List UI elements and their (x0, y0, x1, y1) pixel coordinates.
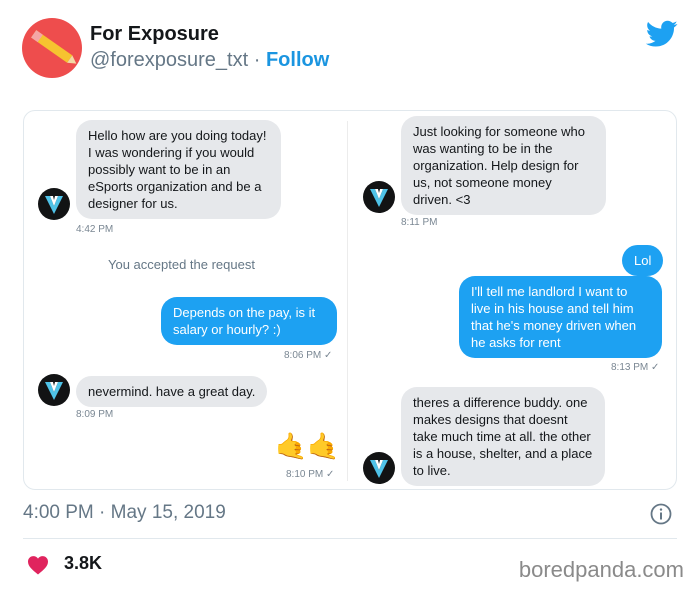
tweet-timestamp[interactable]: 4:00 PM · May 15, 2019 (23, 502, 226, 524)
v-logo-icon (45, 382, 63, 400)
message-bubble-incoming: nevermind. have a great day. (76, 376, 268, 407)
twitter-bird-icon[interactable] (646, 20, 678, 48)
message-bubble-outgoing: Lol (622, 245, 664, 276)
display-name[interactable]: For Exposure (90, 23, 219, 46)
watermark: boredpanda.com (518, 557, 684, 582)
message-bubble-incoming: Just looking for someone who was wanting… (401, 116, 606, 215)
message-time: 8:10 PM ✓ (286, 469, 335, 480)
dm-screenshot: Hello how are you doing today! I was won… (23, 110, 677, 490)
message-bubble-incoming: Hello how are you doing today! I was won… (76, 120, 281, 219)
column-divider (347, 121, 348, 481)
message-time: 8:09 PM (76, 409, 114, 420)
message-bubble-incoming: theres a difference buddy. one makes des… (401, 387, 605, 486)
profile-avatar[interactable] (22, 18, 82, 78)
message-time: 8:13 PM ✓ (611, 362, 660, 373)
message-time: 8:06 PM ✓ (284, 350, 333, 361)
separator: · (253, 49, 261, 71)
system-message: You accepted the request (108, 257, 255, 272)
like-count[interactable]: 3.8K (64, 553, 102, 574)
v-logo-icon (45, 196, 63, 214)
call-me-hand-emoji: 🤙🤙 (275, 431, 340, 461)
heart-icon[interactable] (27, 555, 49, 575)
follow-button[interactable]: Follow (266, 49, 329, 71)
sender-avatar (363, 181, 395, 213)
pencil-icon (31, 30, 77, 64)
v-logo-icon (370, 189, 388, 207)
message-bubble-outgoing: Depends on the pay, is it salary or hour… (161, 297, 337, 345)
handle[interactable]: @forexposure_txt (90, 49, 248, 71)
message-time: 4:42 PM (76, 224, 114, 235)
sender-avatar (363, 452, 395, 484)
info-icon[interactable] (650, 503, 672, 525)
divider (23, 538, 677, 539)
sender-avatar (38, 374, 70, 406)
handle-line: @forexposure_txt · Follow (90, 49, 329, 72)
message-bubble-outgoing: I'll tell me landlord I want to live in … (459, 276, 662, 358)
sender-avatar (38, 188, 70, 220)
v-logo-icon (370, 460, 388, 478)
message-time: 8:11 PM (401, 217, 438, 228)
